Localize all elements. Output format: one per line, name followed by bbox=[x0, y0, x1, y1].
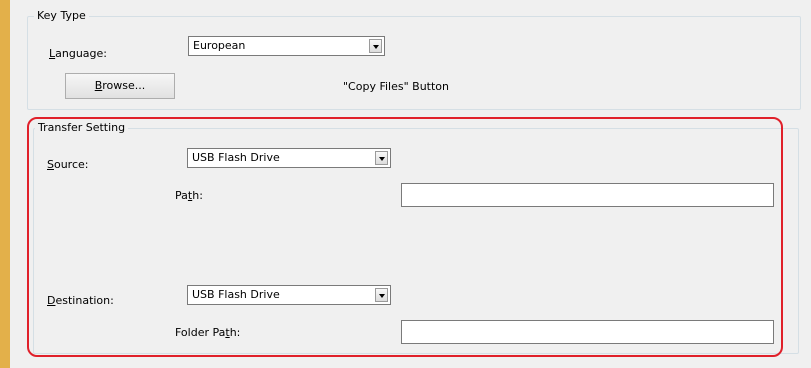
chevron-down-icon[interactable] bbox=[369, 39, 382, 53]
copy-files-button-label: "Copy Files" Button bbox=[343, 80, 449, 93]
language-label-text: anguage: bbox=[55, 47, 108, 60]
key-type-title: Key Type bbox=[34, 9, 89, 23]
language-select[interactable]: European bbox=[188, 36, 385, 56]
browse-button[interactable]: Browse... bbox=[65, 73, 175, 99]
transfer-setting-highlight bbox=[27, 117, 783, 357]
browse-button-text: rowse... bbox=[102, 79, 146, 92]
language-label: Language: bbox=[49, 47, 107, 61]
language-select-value: European bbox=[193, 39, 246, 52]
settings-panel: Key Type Language: European Browse... "C… bbox=[10, 0, 811, 368]
